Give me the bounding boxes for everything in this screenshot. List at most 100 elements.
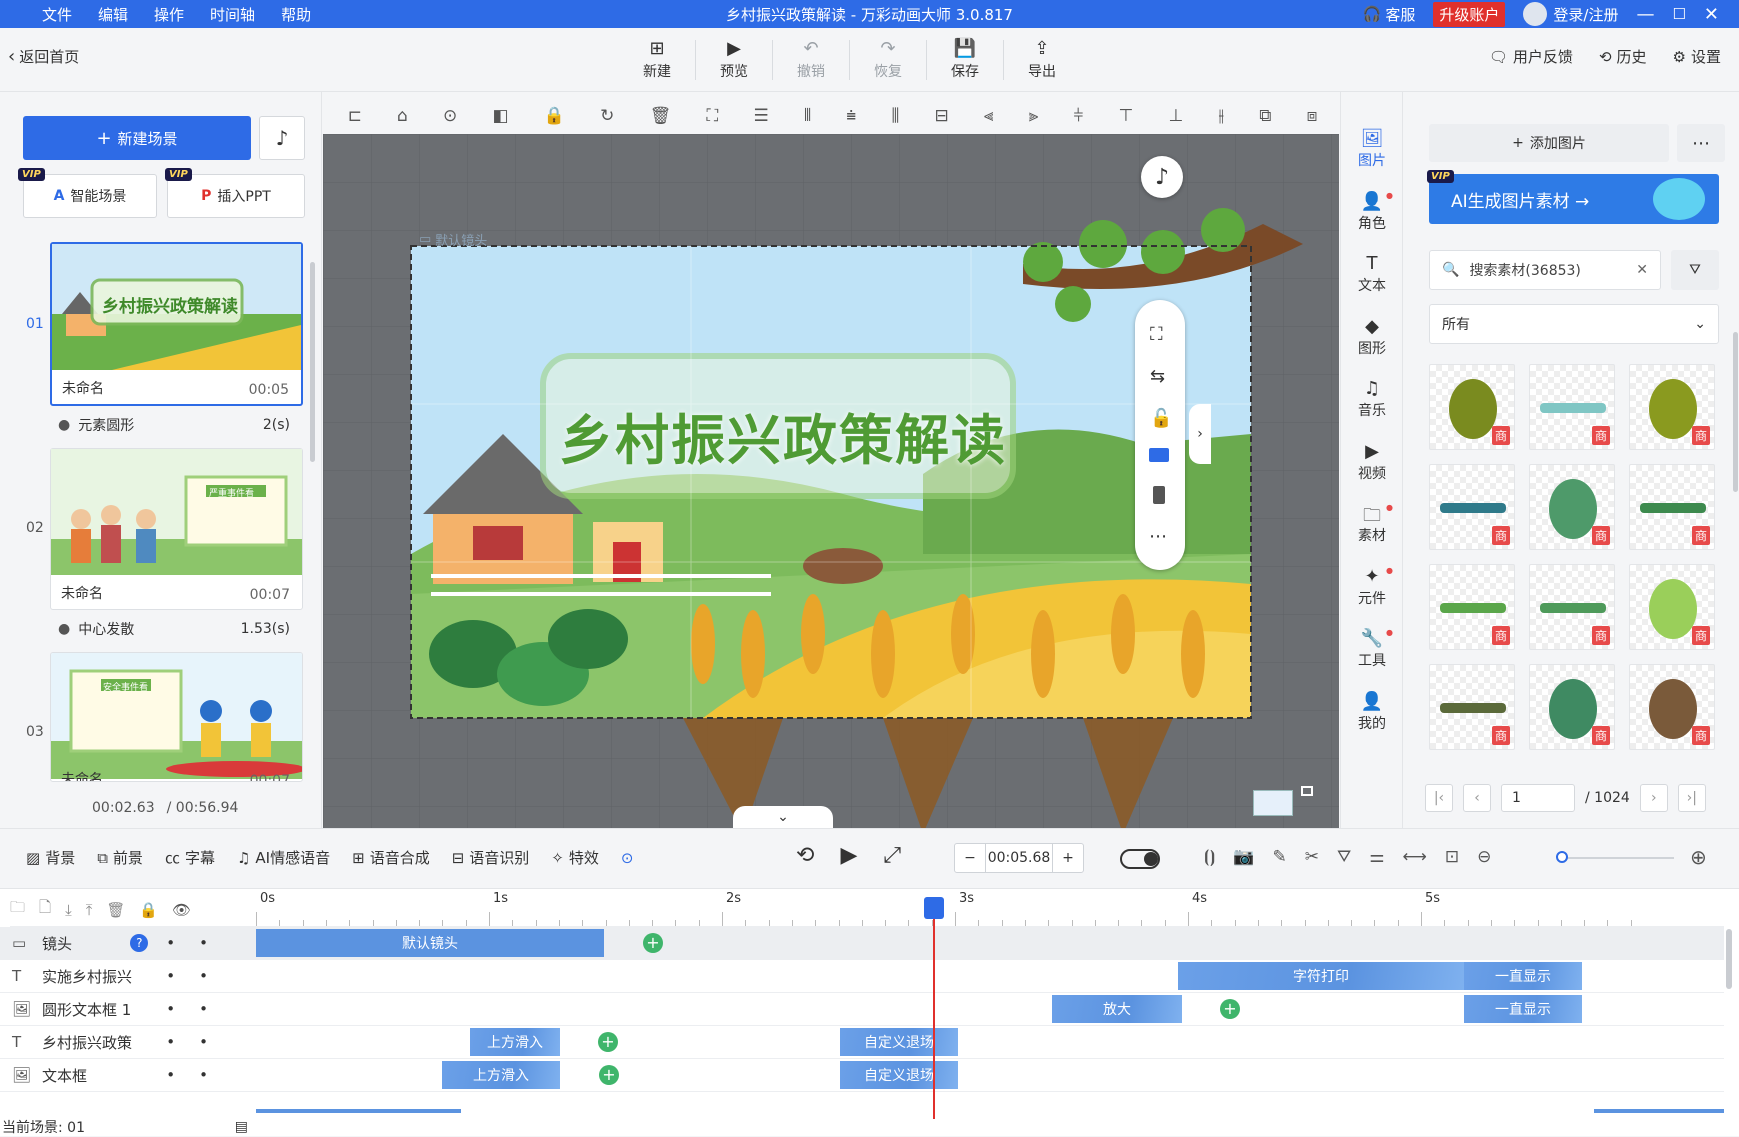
history-button[interactable]: ⟲ 历史: [1599, 46, 1647, 67]
eye-dot-icon[interactable]: •: [199, 1000, 208, 1018]
track-row[interactable]: 放大 一直显示 +: [256, 993, 1724, 1026]
split-icon[interactable]: ✂: [1305, 847, 1319, 867]
background-button[interactable]: ▨ 背景: [26, 847, 75, 868]
new-button[interactable]: ⊞ 新建: [627, 30, 687, 90]
fit-screen-icon[interactable]: ⛶: [1150, 324, 1163, 345]
track-header[interactable]: T 实施乡村振兴 • •: [0, 960, 256, 993]
zoom-in-icon[interactable]: ⊕: [1690, 845, 1707, 869]
filter-icon[interactable]: ⛛: [1337, 847, 1351, 867]
eye-dot-icon[interactable]: •: [199, 967, 208, 985]
align-right-icon[interactable]: ⫸: [1029, 106, 1039, 126]
help-icon[interactable]: ?: [130, 934, 149, 952]
scene-card-03[interactable]: 安全事件看 未命名 00:07: [50, 652, 303, 782]
lock-icon[interactable]: 🔓: [1150, 408, 1172, 429]
close-icon[interactable]: ✕: [1704, 4, 1719, 25]
align-bottom-icon[interactable]: ⩧: [846, 106, 856, 126]
minimap-toggle-icon[interactable]: [1301, 786, 1313, 796]
playhead-handle[interactable]: [924, 897, 944, 919]
eye-dot-icon[interactable]: •: [199, 1066, 208, 1084]
category-shape[interactable]: ◆ 图形: [1341, 306, 1403, 368]
plus-icon[interactable]: +: [1053, 850, 1083, 866]
landscape-icon[interactable]: [1149, 448, 1169, 462]
add-folder-icon[interactable]: 🗀: [10, 897, 25, 922]
asset-thumbnail[interactable]: 商: [1429, 364, 1515, 450]
lock-icon[interactable]: 🔒: [544, 106, 565, 126]
category-text[interactable]: T 文本: [1341, 243, 1403, 305]
lock-dot-icon[interactable]: •: [166, 1033, 175, 1051]
add-keyframe-icon[interactable]: +: [1220, 999, 1240, 1019]
fit-width-icon[interactable]: ⟷: [1403, 847, 1427, 867]
timeline-clip[interactable]: 一直显示: [1464, 962, 1582, 990]
next-page-button[interactable]: ›: [1639, 784, 1668, 812]
lock-dot-icon[interactable]: •: [166, 1066, 175, 1084]
more-circle-icon[interactable]: ⊙: [621, 849, 634, 867]
menu-file[interactable]: 文件: [42, 4, 72, 25]
ratio-icon[interactable]: ⊡: [1445, 847, 1459, 867]
add-keyframe-icon[interactable]: +: [598, 1032, 618, 1052]
asset-thumbnail[interactable]: 商: [1429, 664, 1515, 750]
track-row[interactable]: 默认镜头 +: [256, 927, 1724, 960]
asset-thumbnail[interactable]: 商: [1629, 564, 1715, 650]
timeline-scrollbar[interactable]: [1726, 929, 1732, 989]
zoom-out-icon[interactable]: ⊖: [1477, 847, 1491, 867]
scene-card-02[interactable]: 严重事件看 未命名 00:07: [50, 448, 303, 610]
menu-timeline[interactable]: 时间轴: [210, 4, 255, 25]
category-mine[interactable]: 👤 我的: [1341, 681, 1403, 743]
flip-icon[interactable]: ◧: [493, 106, 509, 126]
save-button[interactable]: 💾 保存: [935, 30, 995, 90]
filter-button[interactable]: ⛛: [1671, 250, 1719, 290]
timeline-clip[interactable]: 放大: [1052, 995, 1182, 1023]
prev-page-button[interactable]: ‹: [1463, 784, 1491, 812]
scene-transition[interactable]: ● 中心发散 1.53(s): [58, 618, 298, 640]
asset-thumbnail[interactable]: 商: [1629, 664, 1715, 750]
asset-thumbnail[interactable]: 商: [1429, 564, 1515, 650]
track-header[interactable]: ▭ 镜头? • •: [0, 927, 256, 960]
scene-card-01[interactable]: 乡村振兴政策解读 未命名 00:05: [50, 242, 303, 406]
subtitle-button[interactable]: ㏄字幕: [165, 847, 215, 868]
page-input[interactable]: 1: [1501, 784, 1575, 812]
track-header[interactable]: 🖼 圆形文本框 1 • •: [0, 993, 256, 1026]
fullscreen-icon[interactable]: ⤢: [883, 843, 901, 868]
back-home-button[interactable]: ‹ 返回首页: [8, 46, 79, 67]
scene-name[interactable]: 未命名: [61, 769, 103, 781]
scene-name[interactable]: 未命名: [61, 583, 103, 603]
asset-thumbnail[interactable]: 商: [1529, 664, 1615, 750]
preview-button[interactable]: ▶ 预览: [704, 30, 764, 90]
asset-thumbnail[interactable]: 商: [1529, 464, 1615, 550]
add-keyframe-icon[interactable]: +: [643, 933, 663, 953]
more-icon[interactable]: ⋯: [1149, 526, 1167, 547]
track-row[interactable]: 上方滑入 自定义退场 +: [256, 1059, 1724, 1092]
distribute-h-icon[interactable]: ⫼: [891, 106, 899, 126]
category-music[interactable]: ♫ 音乐: [1341, 368, 1403, 430]
distribute-v-icon[interactable]: ⊟: [934, 106, 948, 126]
scene-list-icon[interactable]: ▤: [235, 1119, 248, 1135]
ai-voice-button[interactable]: ♫ AI情感语音: [237, 847, 330, 868]
camera-snap-icon[interactable]: 📷: [1233, 847, 1254, 867]
portrait-icon[interactable]: [1153, 486, 1165, 504]
feedback-button[interactable]: 🗨 用户反馈: [1489, 46, 1573, 67]
minus-icon[interactable]: −: [955, 850, 985, 866]
adjust-icon[interactable]: ⚌: [1369, 847, 1384, 867]
track-header[interactable]: 🖼 文本框 • •: [0, 1059, 256, 1092]
stage-area[interactable]: ▭ 默认镜头 乡村振兴政策解读 ♪ ⛶ ⇆ 🔓 ⋯ › ⌄: [323, 134, 1339, 828]
copy-icon[interactable]: ⧉: [1259, 106, 1271, 126]
category-select[interactable]: 所有 ⌄: [1429, 304, 1719, 344]
stage-headline[interactable]: 乡村振兴政策解读: [559, 396, 1007, 475]
track-header[interactable]: T 乡村振兴政策 • •: [0, 1026, 256, 1059]
track-row[interactable]: 上方滑入 自定义退场 +: [256, 1026, 1724, 1059]
time-stepper[interactable]: − 00:05.68 +: [954, 843, 1084, 873]
more-options-button[interactable]: ⋯: [1677, 124, 1725, 162]
timeline-clip[interactable]: 上方滑入: [442, 1061, 560, 1089]
scene-list-scrollbar[interactable]: [310, 262, 315, 462]
scene-transition[interactable]: ● 元素圆形 2(s): [58, 414, 298, 436]
align-vcenter-icon[interactable]: ⫴: [804, 106, 811, 126]
timeline-clip[interactable]: 默认镜头: [256, 929, 604, 957]
search-box[interactable]: 🔍 搜索素材(36853) ✕: [1429, 250, 1661, 290]
flip-icon[interactable]: ⇆: [1150, 366, 1165, 387]
track-row[interactable]: 字符打印 一直显示: [256, 960, 1724, 993]
export-button[interactable]: ⇪ 导出: [1012, 30, 1072, 90]
menu-operate[interactable]: 操作: [154, 4, 184, 25]
add-layer-icon[interactable]: 🗋: [39, 897, 51, 922]
rotate-icon[interactable]: ↻: [600, 106, 614, 126]
lock-dot-icon[interactable]: •: [166, 934, 175, 952]
